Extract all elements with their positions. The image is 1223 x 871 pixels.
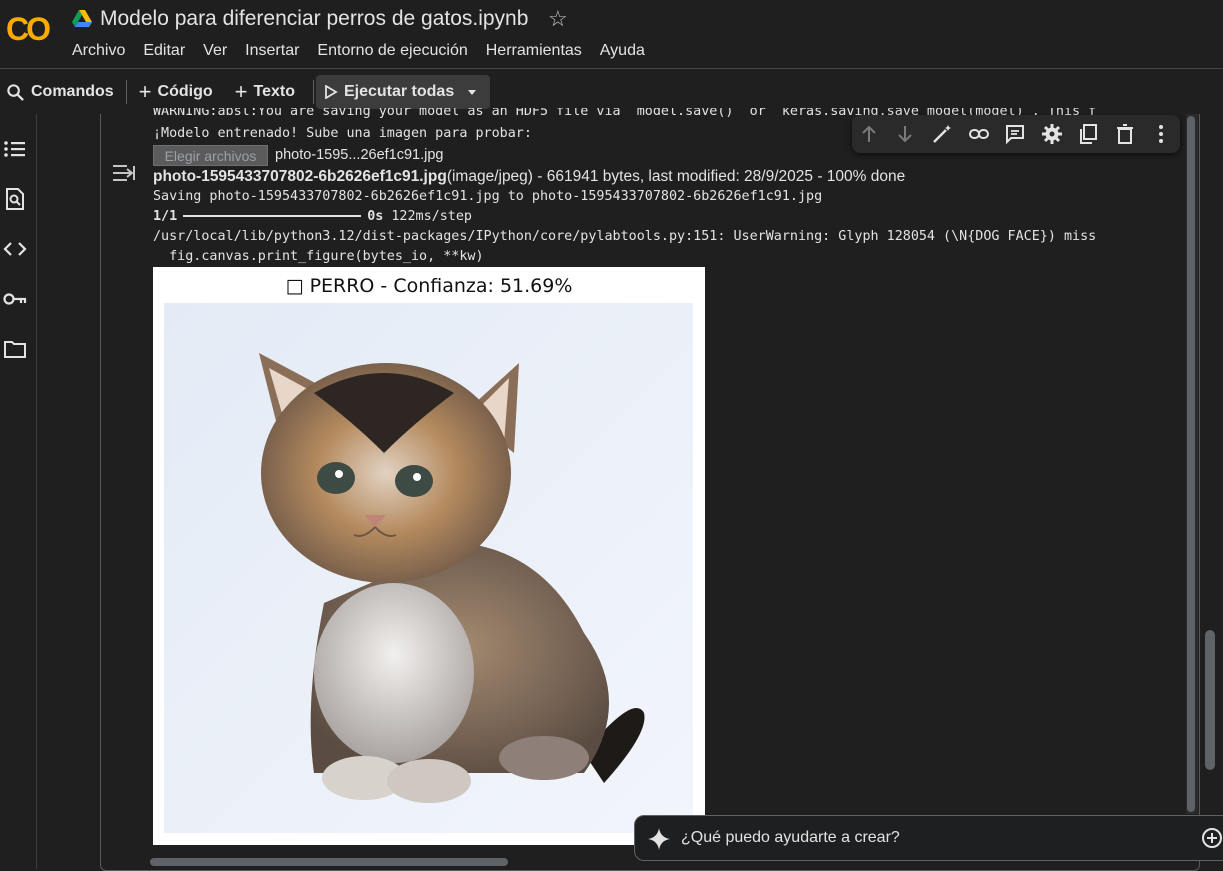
menu-archivo[interactable]: Archivo	[72, 42, 125, 60]
mirror-cell-icon[interactable]	[1077, 123, 1099, 145]
output-scrollbar-thumb[interactable]	[1187, 116, 1195, 812]
folder-icon[interactable]	[2, 336, 28, 362]
output-saving-line: Saving photo-1595433707802-6b2626ef1c91.…	[153, 189, 823, 204]
move-down-icon[interactable]	[894, 123, 916, 145]
play-icon	[325, 85, 338, 99]
more-options-icon[interactable]	[1150, 123, 1172, 145]
gemini-prompt-bar[interactable]: ¿Qué puedo ayudarte a crear?	[634, 815, 1223, 861]
menu-herramientas[interactable]: Herramientas	[486, 42, 582, 60]
run-all-button[interactable]: Ejecutar todas	[315, 75, 491, 109]
uploaded-file-meta: (image/jpeg) - 661941 bytes, last modifi…	[446, 168, 906, 185]
comment-icon[interactable]	[1004, 123, 1026, 145]
progress-bar	[183, 215, 362, 217]
key-icon[interactable]	[2, 286, 28, 312]
left-sidebar	[0, 114, 37, 869]
gemini-placeholder: ¿Qué puedo ayudarte a crear?	[681, 829, 900, 846]
output-user-warning-2: fig.canvas.print_figure(bytes_io, **kw)	[153, 249, 484, 264]
page-scrollbar[interactable]	[1205, 630, 1215, 770]
add-code-button[interactable]: + Código	[139, 79, 213, 105]
sparkle-icon	[648, 828, 670, 850]
commands-label: Comandos	[31, 83, 114, 100]
progress-line: 1/1 0s 122ms/step	[153, 209, 472, 224]
settings-gear-icon[interactable]	[1041, 123, 1063, 145]
run-all-label: Ejecutar todas	[343, 83, 455, 100]
toolbar-separator	[312, 80, 314, 104]
output-user-warning: /usr/local/lib/python3.12/dist-packages/…	[153, 229, 1097, 244]
google-drive-icon[interactable]	[72, 10, 92, 28]
menu-ayuda[interactable]: Ayuda	[600, 42, 645, 60]
cell-toolbar	[852, 115, 1180, 153]
add-text-label: Texto	[253, 83, 295, 100]
horizontal-scrollbar[interactable]	[150, 858, 508, 866]
menu-editar[interactable]: Editar	[143, 42, 185, 60]
chevron-down-icon[interactable]	[460, 85, 482, 99]
add-text-button[interactable]: + Texto	[235, 79, 295, 105]
link-icon[interactable]	[968, 123, 990, 145]
colab-logo[interactable]: CO	[6, 12, 54, 46]
step-count: 1/1	[153, 209, 178, 224]
delete-icon[interactable]	[1114, 123, 1136, 145]
step-rate: 122ms/step	[391, 209, 472, 224]
toolbar: Comandos + Código + Texto Ejecutar todas	[0, 74, 1223, 110]
output-actions-icon[interactable]	[111, 160, 137, 186]
magic-edit-icon[interactable]	[931, 123, 953, 145]
menu-ver[interactable]: Ver	[203, 42, 227, 60]
add-code-label: Código	[157, 83, 213, 100]
commands-button[interactable]: Comandos	[6, 83, 114, 102]
find-in-page-icon[interactable]	[2, 186, 28, 212]
menu-insertar[interactable]: Insertar	[245, 42, 299, 60]
plus-icon: +	[138, 79, 152, 104]
toolbar-separator	[125, 80, 127, 104]
upload-status: photo-1595433707802-6b2626ef1c91.jpg(ima…	[153, 168, 905, 186]
uploaded-file-name: photo-1595433707802-6b2626ef1c91.jpg	[153, 168, 447, 185]
star-icon[interactable]: ☆	[548, 6, 568, 32]
menu-entorno[interactable]: Entorno de ejecución	[317, 42, 467, 60]
search-icon	[7, 83, 24, 101]
uploaded-filename: photo-1595...26ef1c91.jpg	[275, 147, 444, 163]
output-figure: □ PERRO - Confianza: 51.69%	[153, 267, 705, 845]
table-of-contents-icon[interactable]	[2, 136, 28, 162]
notebook-title[interactable]: Modelo para diferenciar perros de gatos.…	[100, 7, 528, 31]
step-time: 0s	[367, 209, 384, 224]
kitten-photo	[164, 303, 693, 833]
code-snippets-icon[interactable]	[2, 236, 28, 262]
header-divider	[0, 68, 1223, 69]
move-up-icon[interactable]	[858, 123, 880, 145]
choose-files-button[interactable]: Elegir archivos	[153, 145, 268, 166]
output-trained-message: ¡Modelo entrenado! Sube una imagen para …	[153, 126, 532, 141]
menu-bar: Archivo Editar Ver Insertar Entorno de e…	[72, 42, 663, 60]
figure-title: □ PERRO - Confianza: 51.69%	[285, 275, 573, 297]
add-circle-icon[interactable]	[1201, 827, 1223, 849]
plus-icon: +	[234, 79, 248, 104]
logo-text: CO	[6, 12, 50, 46]
